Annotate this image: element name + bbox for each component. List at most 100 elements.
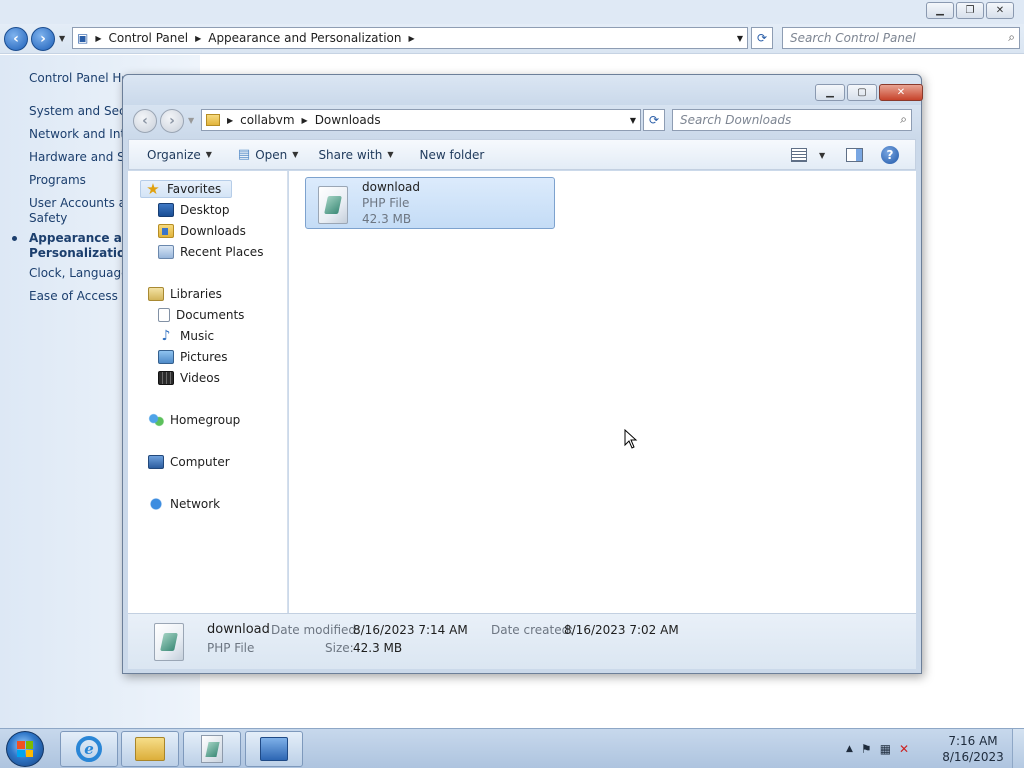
close-button[interactable]: ✕ (879, 84, 923, 101)
taskbar-clock[interactable]: 7:16 AM 8/16/2023 (940, 733, 1006, 765)
clock-time: 7:16 AM (948, 734, 998, 748)
nav-computer[interactable]: Computer (148, 455, 230, 469)
breadcrumb-collabvm[interactable]: collabvm (240, 113, 294, 127)
breadcrumb-arrow-icon[interactable]: ▶ (95, 34, 101, 43)
taskbar-control-panel[interactable] (245, 731, 303, 767)
search-icon[interactable]: ⌕ (1008, 30, 1015, 45)
restore-button[interactable]: ❐ (956, 2, 984, 19)
minimize-button[interactable]: ▁ (926, 2, 954, 19)
back-button[interactable]: ‹ (133, 109, 157, 133)
breadcrumb-arrow-icon[interactable]: ▶ (195, 34, 201, 43)
open-button[interactable]: ▤ Open ▼ (228, 147, 309, 162)
control-panel-icon: ▣ (77, 31, 89, 45)
address-dropdown-icon[interactable]: ▼ (737, 34, 743, 43)
show-hidden-icons-button[interactable]: ▲ (846, 744, 853, 754)
cp-link-user-accounts-2[interactable]: Safety (29, 211, 123, 225)
nav-videos[interactable]: Videos (158, 371, 220, 385)
explorer-titlebar[interactable]: ▁ ▢ ✕ (123, 75, 923, 107)
nav-downloads[interactable]: Downloads (158, 224, 246, 238)
recent-pages-dropdown[interactable]: ▼ (188, 116, 194, 125)
refresh-button[interactable]: ⟳ (643, 109, 665, 131)
nav-computer-label: Computer (170, 455, 230, 469)
refresh-button[interactable]: ⟳ (751, 27, 773, 49)
volume-muted-icon[interactable]: ✕ (899, 742, 909, 756)
preview-pane-icon (846, 148, 863, 162)
nav-documents[interactable]: Documents (158, 308, 244, 322)
nav-homegroup[interactable]: Homegroup (148, 413, 240, 427)
cp-link-system-security[interactable]: System and Security (29, 104, 123, 118)
nav-music[interactable]: ♪ Music (158, 328, 215, 344)
nav-libraries[interactable]: Libraries (148, 287, 222, 301)
cp-link-user-accounts[interactable]: User Accounts and (29, 196, 123, 210)
cp-link-ease-of-access[interactable]: Ease of Access (29, 289, 123, 303)
search-icon[interactable]: ⌕ (900, 112, 907, 127)
preview-pane-button[interactable] (846, 148, 863, 162)
cp-link-appearance-2[interactable]: Personalization (29, 246, 123, 260)
start-button[interactable] (6, 731, 44, 767)
recent-pages-dropdown[interactable]: ▼ (59, 34, 65, 43)
nav-recent-places[interactable]: Recent Places (158, 245, 263, 259)
taskbar-php-file[interactable] (183, 731, 241, 767)
file-list-pane[interactable]: download PHP File 42.3 MB (289, 171, 916, 613)
cp-address-bar[interactable]: ▣ ▶ Control Panel ▶ Appearance and Perso… (72, 27, 748, 49)
minimize-button[interactable]: ▁ (815, 84, 845, 101)
cp-link-programs[interactable]: Programs (29, 173, 123, 187)
new-folder-button[interactable]: New folder (410, 148, 495, 162)
organize-button[interactable]: Organize ▼ (137, 148, 222, 162)
cp-link-clock-language[interactable]: Clock, Language, (29, 266, 123, 280)
breadcrumb-arrow-icon[interactable]: ▶ (408, 34, 414, 43)
breadcrumb-arrow-icon[interactable]: ▶ (302, 116, 308, 125)
forward-button[interactable]: › (31, 27, 55, 51)
address-dropdown-icon[interactable]: ▼ (630, 116, 636, 125)
cp-link-home[interactable]: Control Panel Home (29, 71, 123, 85)
network-status-icon[interactable]: ▦ (880, 742, 891, 756)
explorer-search-placeholder: Search Downloads (680, 113, 792, 127)
breadcrumb-control-panel[interactable]: Control Panel (109, 31, 189, 45)
show-desktop-button[interactable] (1012, 729, 1024, 768)
share-with-button[interactable]: Share with ▼ (308, 148, 403, 162)
control-panel-titlebar: ▁ ❐ ✕ (0, 0, 1024, 24)
cp-search-input[interactable]: Search Control Panel ⌕ (782, 27, 1020, 49)
taskbar-windows-explorer[interactable] (121, 731, 179, 767)
navigation-pane: ★ Favorites Desktop Downloads Recent Pla… (128, 171, 288, 613)
nav-homegroup-label: Homegroup (170, 413, 241, 427)
music-icon: ♪ (161, 328, 171, 344)
cp-link-hardware[interactable]: Hardware and Sound (29, 150, 123, 164)
nav-videos-label: Videos (180, 371, 220, 385)
change-view-button[interactable]: ▼ (791, 148, 825, 162)
nav-pictures[interactable]: Pictures (158, 350, 228, 364)
view-icon (791, 148, 807, 162)
explorer-search-input[interactable]: Search Downloads ⌕ (672, 109, 912, 131)
forward-button[interactable]: › (160, 109, 184, 133)
size-value: 42.3 MB (353, 641, 403, 655)
downloads-folder-icon (206, 114, 220, 126)
cp-link-network[interactable]: Network and Internet (29, 127, 123, 141)
documents-icon (158, 308, 170, 322)
explorer-address-bar[interactable]: ▶ collabvm ▶ Downloads ▼ (201, 109, 641, 131)
php-file-icon (201, 735, 223, 763)
nav-network[interactable]: Network (148, 497, 220, 511)
computer-icon (148, 455, 164, 469)
back-button[interactable]: ‹ (4, 27, 28, 51)
file-item-download[interactable]: download PHP File 42.3 MB (305, 177, 555, 229)
maximize-button[interactable]: ▢ (847, 84, 877, 101)
breadcrumb-downloads[interactable]: Downloads (315, 113, 381, 127)
chevron-down-icon: ▼ (205, 150, 212, 159)
close-button[interactable]: ✕ (986, 2, 1014, 19)
breadcrumb-appearance[interactable]: Appearance and Personalization (208, 31, 401, 45)
help-button[interactable]: ? (881, 146, 899, 164)
nav-desktop[interactable]: Desktop (158, 203, 230, 217)
details-file-name: download (207, 622, 270, 637)
network-icon (148, 497, 164, 511)
action-center-flag-icon[interactable]: ⚑ (861, 742, 872, 756)
size-label: Size: (325, 641, 354, 655)
cp-search-placeholder: Search Control Panel (790, 31, 916, 45)
libraries-icon (148, 287, 164, 301)
breadcrumb-arrow-icon[interactable]: ▶ (227, 116, 233, 125)
current-page-bullet (12, 236, 17, 241)
cp-link-appearance[interactable]: Appearance and (29, 231, 123, 245)
nav-favorites[interactable]: ★ Favorites (140, 180, 233, 198)
control-panel-icon (260, 737, 288, 761)
taskbar-internet-explorer[interactable]: e (60, 731, 118, 767)
taskbar: e ▲ ⚑ ▦ ✕ 7:16 AM 8/16/2023 (0, 728, 1024, 768)
